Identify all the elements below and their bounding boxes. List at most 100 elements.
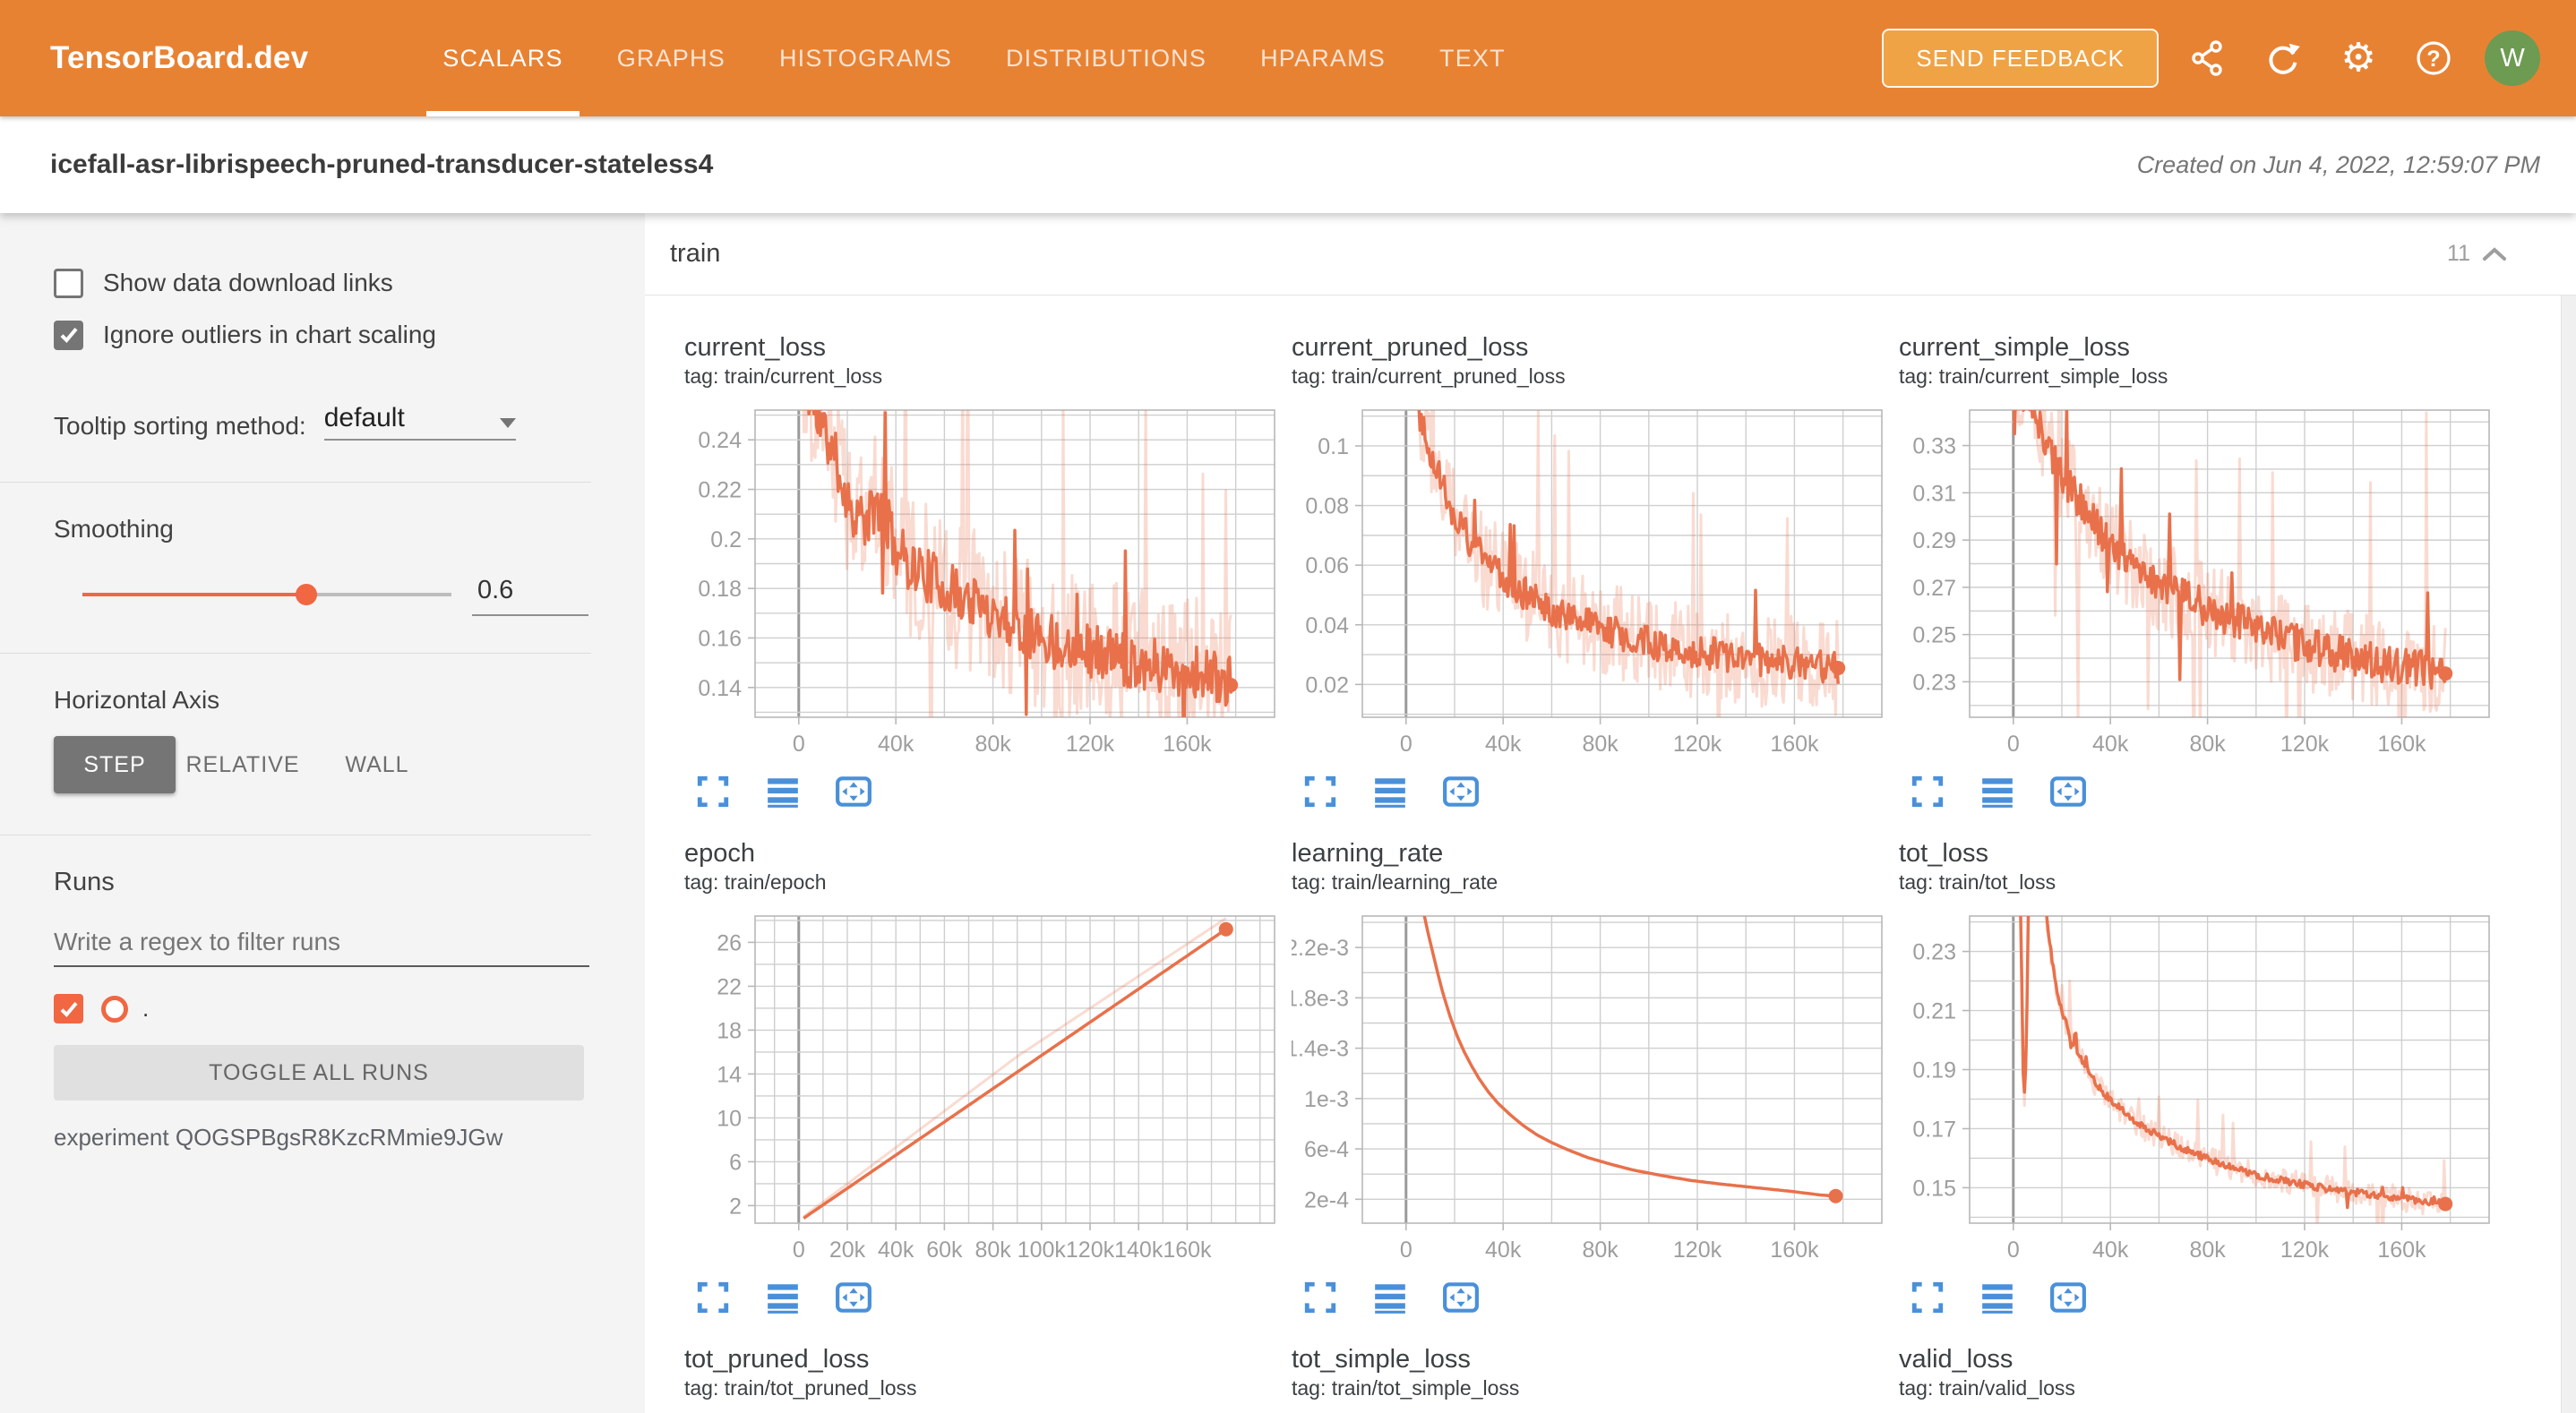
axis-relative-button[interactable]: RELATIVE (176, 736, 310, 793)
svg-text:0.06: 0.06 (1305, 553, 1349, 578)
svg-text:40k: 40k (878, 732, 914, 757)
runs-selector-icon[interactable] (1372, 774, 1408, 809)
chart-tag: tag: train/valid_loss (1899, 1375, 2506, 1400)
share-icon[interactable] (2182, 32, 2234, 84)
toggle-all-runs-button[interactable]: TOGGLE ALL RUNS (54, 1045, 584, 1100)
chart-plot[interactable]: 040k80k120k160k2e-46e-41e-31.4e-31.8e-32… (1292, 909, 1899, 1271)
charts-panel: train 11 current_loss tag: train/current… (645, 213, 2576, 1413)
chart-plot[interactable]: 040k80k120k160k0.230.250.270.290.310.33 (1899, 403, 2506, 765)
send-feedback-button[interactable]: SEND FEEDBACK (1882, 29, 2159, 88)
svg-text:0.24: 0.24 (698, 428, 742, 453)
runs-selector-icon[interactable] (765, 774, 801, 809)
fit-domain-icon[interactable] (1442, 774, 1480, 809)
fit-domain-icon[interactable] (2049, 1280, 2087, 1315)
show-download-links-checkbox[interactable] (54, 269, 83, 298)
chart-card: current_loss tag: train/current_loss 040… (684, 331, 1292, 837)
scrollbar[interactable] (2561, 295, 2576, 1413)
smoothing-slider[interactable] (82, 593, 451, 596)
chart-plot[interactable]: 040k80k120k160k0.150.170.190.210.23 (1899, 909, 2506, 1271)
chart-toolbar (1910, 774, 2506, 809)
chart-plot[interactable]: 040k80k120k160k0.020.040.060.080.1 (1292, 403, 1899, 765)
svg-text:60k: 60k (926, 1237, 963, 1263)
section-header-train[interactable]: train 11 (645, 213, 2576, 295)
svg-text:40k: 40k (1485, 732, 1522, 757)
chart-card: tot_simple_loss tag: train/tot_simple_lo… (1292, 1343, 1899, 1413)
expand-chart-icon[interactable] (695, 774, 731, 809)
chart-tag: tag: train/current_loss (684, 364, 1292, 389)
expand-chart-icon[interactable] (1302, 774, 1338, 809)
fit-domain-icon[interactable] (835, 774, 872, 809)
show-download-links-row: Show data download links (54, 263, 645, 303)
tooltip-sorting-select[interactable]: default (324, 403, 516, 441)
axis-wall-button[interactable]: WALL (310, 736, 444, 793)
svg-text:160k: 160k (1163, 732, 1212, 757)
chevron-up-icon[interactable] (2481, 246, 2508, 262)
svg-text:22: 22 (717, 974, 742, 999)
expand-chart-icon[interactable] (1910, 774, 1945, 809)
svg-text:0.04: 0.04 (1305, 613, 1349, 638)
fit-domain-icon[interactable] (2049, 774, 2087, 809)
svg-text:0.08: 0.08 (1305, 494, 1349, 519)
svg-text:160k: 160k (2377, 732, 2426, 757)
tab-scalars[interactable]: SCALARS (416, 0, 589, 116)
tab-distributions[interactable]: DISTRIBUTIONS (979, 0, 1233, 116)
svg-text:80k: 80k (1582, 732, 1619, 757)
svg-text:160k: 160k (2377, 1237, 2426, 1263)
svg-text:0: 0 (1400, 1237, 1413, 1263)
chart-title: current_simple_loss (1899, 331, 2506, 364)
chart-toolbar (1302, 774, 1899, 809)
run-name-label: . (142, 995, 149, 1023)
experiment-id-label: experiment QOGSPBgsR8KzcRMmie9JGw (54, 1124, 645, 1152)
svg-text:120k: 120k (2280, 732, 2330, 757)
chart-card: valid_loss tag: train/valid_loss 040k80k… (1899, 1343, 2506, 1413)
tab-text[interactable]: TEXT (1413, 0, 1533, 116)
svg-text:0.33: 0.33 (1912, 434, 1956, 459)
svg-text:140k: 140k (1114, 1237, 1163, 1263)
svg-text:0.19: 0.19 (1912, 1058, 1956, 1083)
chevron-down-icon (500, 418, 516, 428)
chart-plot[interactable]: 020k40k60k80k100k120k140k160k26101418222… (684, 909, 1292, 1271)
expand-chart-icon[interactable] (695, 1280, 731, 1315)
ignore-outliers-checkbox[interactable] (54, 321, 83, 350)
content-area: Show data download links Ignore outliers… (0, 213, 2576, 1413)
chart-toolbar (1302, 1280, 1899, 1315)
svg-text:0.25: 0.25 (1912, 623, 1956, 648)
svg-text:6e-4: 6e-4 (1304, 1137, 1349, 1162)
tab-histograms[interactable]: HISTOGRAMS (752, 0, 979, 116)
svg-text:0: 0 (1400, 732, 1413, 757)
refresh-icon[interactable] (2257, 32, 2309, 84)
svg-text:40k: 40k (2092, 732, 2129, 757)
expand-chart-icon[interactable] (1302, 1280, 1338, 1315)
runs-selector-icon[interactable] (1372, 1280, 1408, 1315)
runs-selector-icon[interactable] (1979, 1280, 2015, 1315)
svg-text:80k: 80k (1582, 1237, 1619, 1263)
fit-domain-icon[interactable] (1442, 1280, 1480, 1315)
svg-text:2e-4: 2e-4 (1304, 1187, 1349, 1212)
svg-text:2.2e-3: 2.2e-3 (1292, 936, 1349, 961)
runs-selector-icon[interactable] (1979, 774, 2015, 809)
user-avatar[interactable]: W (2485, 30, 2540, 86)
svg-text:160k: 160k (1163, 1237, 1212, 1263)
tab-graphs[interactable]: GRAPHS (590, 0, 752, 116)
run-checkbox[interactable] (54, 994, 83, 1023)
settings-sidebar: Show data download links Ignore outliers… (0, 213, 645, 1413)
svg-text:120k: 120k (1066, 1237, 1115, 1263)
axis-step-button[interactable]: STEP (54, 736, 176, 793)
svg-text:0.31: 0.31 (1912, 481, 1956, 506)
smoothing-slider-knob[interactable] (296, 584, 317, 605)
settings-icon[interactable]: ⚙ (2332, 32, 2384, 84)
help-icon[interactable]: ? (2408, 32, 2460, 84)
tab-hparams[interactable]: HPARAMS (1233, 0, 1413, 116)
run-row[interactable]: . (54, 994, 645, 1023)
chart-tag: tag: train/tot_pruned_loss (684, 1375, 1292, 1400)
smoothing-value-field[interactable]: 0.6 (472, 574, 588, 616)
run-color-swatch (101, 996, 128, 1023)
fit-domain-icon[interactable] (835, 1280, 872, 1315)
runs-selector-icon[interactable] (765, 1280, 801, 1315)
expand-chart-icon[interactable] (1910, 1280, 1945, 1315)
tooltip-sorting-label: Tooltip sorting method: (54, 412, 306, 441)
app-logo[interactable]: TensorBoard.dev (50, 40, 308, 76)
runs-regex-input[interactable] (54, 924, 589, 967)
section-meta: 11 (2447, 241, 2508, 267)
chart-plot[interactable]: 040k80k120k160k0.140.160.180.20.220.24 (684, 403, 1292, 765)
